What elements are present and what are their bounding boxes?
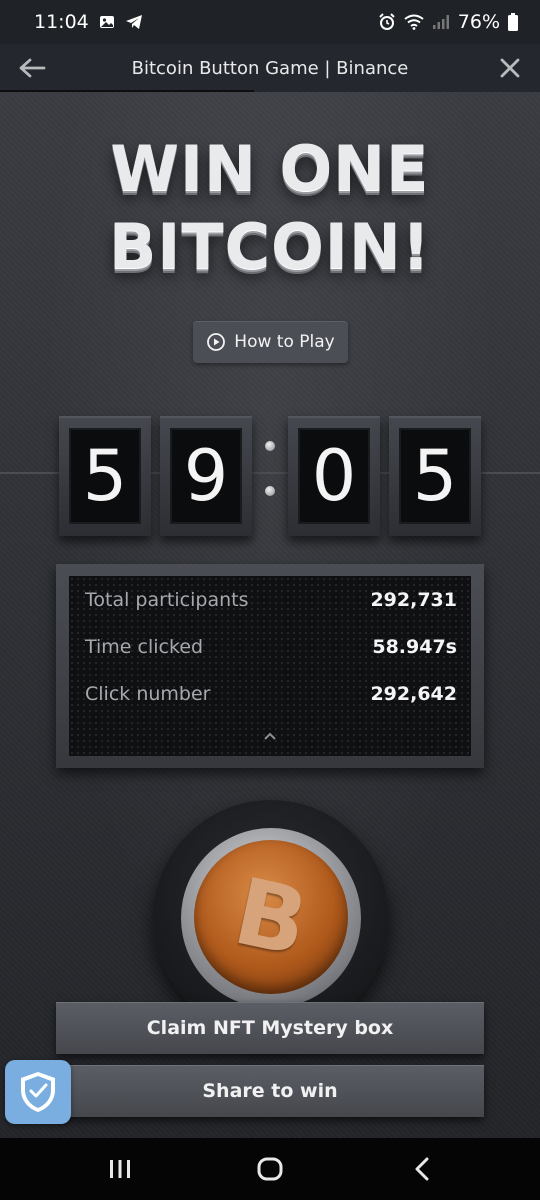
timer-digit-2: 9 (160, 416, 252, 536)
stat-value: 292,731 (370, 589, 457, 611)
back-nav-button[interactable] (402, 1152, 442, 1186)
stat-row-click-number: Click number 292,642 (85, 683, 457, 705)
stat-row-time-clicked: Time clicked 58.947s (85, 636, 457, 658)
claim-nft-button[interactable]: Claim NFT Mystery box (56, 1002, 484, 1054)
recent-apps-button[interactable] (100, 1152, 140, 1186)
timer-colon-dot (265, 486, 275, 496)
alarm-icon (378, 13, 396, 31)
chevron-left-icon (415, 1157, 429, 1181)
bitcoin-icon: B (225, 857, 317, 977)
timer-digit-3: 0 (288, 416, 380, 536)
system-nav-bar (0, 1138, 540, 1200)
stat-value: 292,642 (370, 683, 457, 705)
close-button[interactable] (496, 54, 524, 82)
headline-line-2: BITCOIN! (108, 210, 432, 283)
bitcoin-button[interactable]: B (194, 840, 348, 994)
telegram-icon (125, 14, 143, 30)
claim-nft-label: Claim NFT Mystery box (146, 1017, 394, 1039)
stat-label: Total participants (85, 589, 249, 611)
stats-screen: Total participants 292,731 Time clicked … (69, 576, 471, 756)
timer-digit-value: 0 (298, 428, 370, 524)
headline-line-1: WIN ONE (110, 132, 430, 205)
timer-digit-1: 5 (59, 416, 151, 536)
close-icon (500, 58, 520, 78)
play-circle-icon (207, 333, 226, 351)
back-button[interactable] (16, 54, 48, 82)
headline: WIN ONE BITCOIN! (0, 130, 540, 286)
shield-check-icon (21, 1072, 55, 1112)
battery-percent: 76% (457, 11, 500, 33)
stat-label: Time clicked (85, 636, 204, 658)
share-label: Share to win (202, 1080, 338, 1102)
share-to-win-button[interactable]: Share to win (56, 1065, 484, 1117)
home-button[interactable] (250, 1152, 290, 1186)
status-bar: 11:04 76% (0, 0, 540, 44)
timer-digit-4: 5 (389, 416, 481, 536)
back-arrow-icon (19, 58, 46, 78)
how-to-play-label: How to Play (234, 332, 335, 352)
stat-row-participants: Total participants 292,731 (85, 589, 457, 611)
app-bar: Bitcoin Button Game | Binance (0, 44, 540, 92)
security-shield-button[interactable] (5, 1060, 71, 1124)
gallery-icon (99, 14, 115, 30)
timer-colon-dot (265, 441, 275, 451)
battery-icon (508, 13, 518, 31)
wifi-icon (404, 14, 424, 30)
game-area: WIN ONE BITCOIN! How to Play 5 9 0 5 Tot… (0, 92, 540, 1138)
collapse-stats-button[interactable] (263, 726, 277, 745)
timer-digit-value: 9 (170, 428, 242, 524)
signal-icon (432, 14, 450, 30)
stats-panel: Total participants 292,731 Time clicked … (56, 564, 484, 768)
home-icon (257, 1157, 283, 1181)
stat-value: 58.947s (372, 636, 457, 658)
how-to-play-button[interactable]: How to Play (193, 321, 348, 363)
timer-digit-value: 5 (69, 428, 141, 524)
stat-label: Click number (85, 683, 211, 705)
status-time: 11:04 (34, 11, 89, 33)
chevron-up-icon (264, 732, 276, 740)
timer-digit-value: 5 (399, 428, 471, 524)
page-title: Bitcoin Button Game | Binance (131, 57, 409, 79)
recents-icon (110, 1160, 130, 1178)
